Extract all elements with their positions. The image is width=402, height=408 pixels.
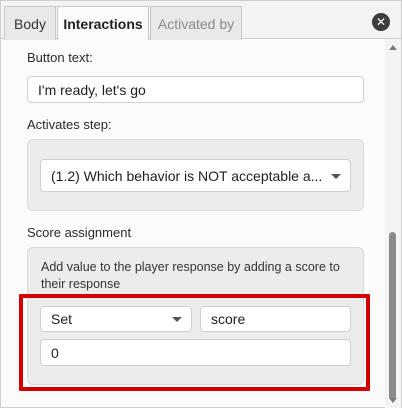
close-icon[interactable]: ✕ xyxy=(372,13,390,31)
scroll-thumb[interactable] xyxy=(389,232,396,400)
tab-interactions[interactable]: Interactions xyxy=(57,6,149,40)
score-assignment-label: Score assignment xyxy=(27,225,132,240)
activates-step-label: Activates step: xyxy=(27,117,112,132)
scroll-down-icon[interactable] xyxy=(389,398,397,403)
tab-bar: Body Interactions Activated by ✕ xyxy=(1,1,401,40)
vertical-scrollbar[interactable] xyxy=(385,39,401,408)
tab-body[interactable]: Body xyxy=(4,6,56,40)
button-text-input[interactable]: I'm ready, let's go xyxy=(27,76,364,103)
activates-step-select[interactable]: (1.2) Which behavior is NOT acceptable a… xyxy=(40,159,351,192)
interactions-content: Button text: I'm ready, let's go Activat… xyxy=(1,39,385,408)
highlight-box xyxy=(19,294,370,391)
tab-activated-by[interactable]: Activated by xyxy=(150,6,242,40)
chevron-down-icon xyxy=(331,173,341,179)
activates-step-value: (1.2) Which behavior is NOT acceptable a… xyxy=(51,167,323,184)
button-text-label: Button text: xyxy=(27,50,93,65)
scroll-up-icon[interactable] xyxy=(389,45,397,50)
interactions-panel: Body Interactions Activated by ✕ Button … xyxy=(0,0,402,408)
score-help-text: Add value to the player response by addi… xyxy=(41,260,340,291)
